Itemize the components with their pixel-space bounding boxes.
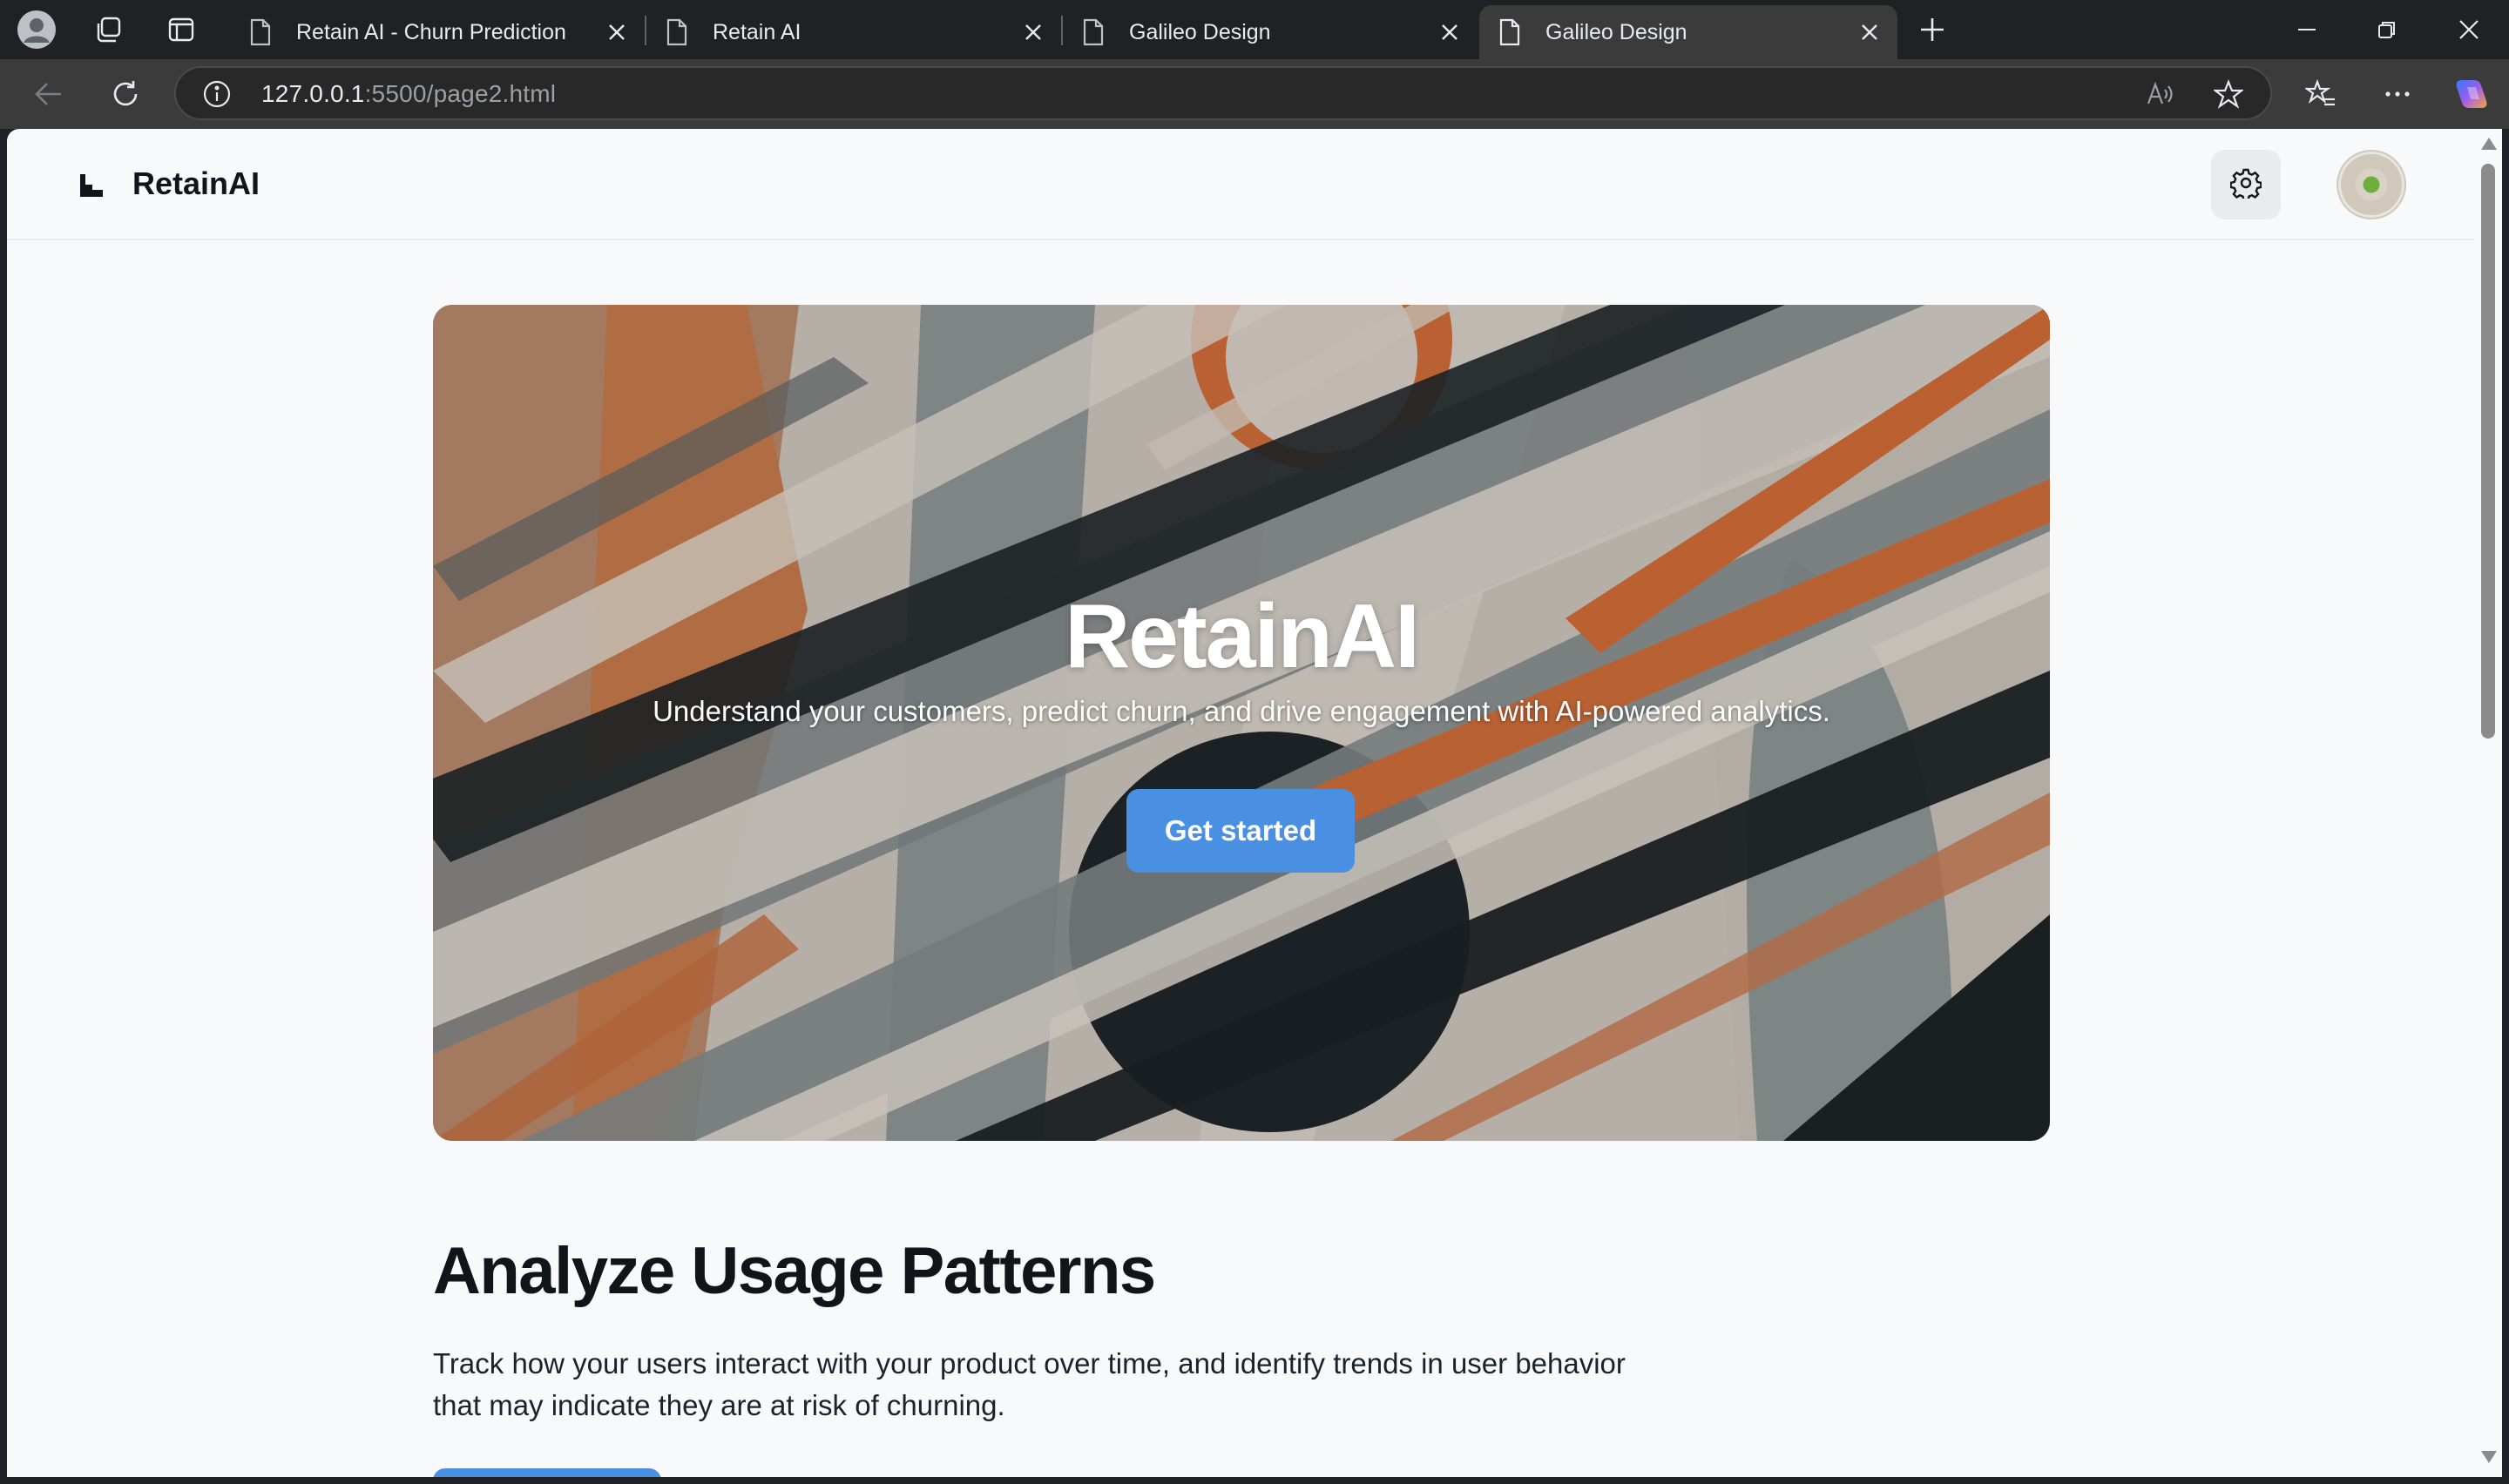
brand-name[interactable]: RetainAI	[132, 165, 260, 202]
reload-icon[interactable]	[103, 71, 148, 117]
copilot-icon[interactable]	[2448, 71, 2493, 117]
tab-title: Galileo Design	[1129, 19, 1271, 44]
page-icon	[1498, 17, 1525, 48]
page-icon	[666, 17, 692, 48]
close-icon[interactable]	[1852, 15, 1887, 50]
url-host: 127.0.0.1	[261, 80, 365, 107]
browser-toolbar: 127.0.0.1:5500/page2.html	[0, 59, 2509, 129]
get-started-button[interactable]: Get started	[1126, 789, 1355, 873]
section-title: Analyze Usage Patterns	[433, 1234, 1156, 1308]
info-icon[interactable]	[202, 79, 232, 109]
more-menu-icon[interactable]	[2375, 71, 2420, 117]
page-viewport: RetainAI RetainAI Understand your custom…	[7, 129, 2474, 1477]
hero-banner: RetainAI Understand your customers, pred…	[433, 305, 2050, 1141]
tab-actions-icon[interactable]	[159, 7, 204, 52]
profile-icon[interactable]	[14, 7, 59, 52]
tab-title: Galileo Design	[1545, 19, 1687, 44]
browser-titlebar: Retain AI - Churn Prediction Retain AI G…	[0, 0, 2509, 59]
back-arrow-icon[interactable]	[26, 71, 71, 117]
url-text: 127.0.0.1:5500/page2.html	[261, 80, 556, 108]
tab-retain-ai[interactable]: Retain AI	[646, 5, 1061, 59]
scroll-thumb[interactable]	[2481, 164, 2495, 739]
settings-button[interactable]	[2211, 150, 2281, 219]
tab-galileo-design-active[interactable]: Galileo Design	[1479, 5, 1897, 59]
gear-icon	[2229, 167, 2262, 203]
tab-galileo-design[interactable]: Galileo Design	[1063, 5, 1478, 59]
hero-title: RetainAI	[1065, 586, 1420, 687]
close-icon[interactable]	[1016, 15, 1051, 50]
favorites-icon[interactable]	[2298, 71, 2343, 117]
scroll-down-arrow-icon[interactable]	[2481, 1451, 2497, 1463]
page-icon	[1082, 17, 1108, 48]
logo-icon[interactable]	[78, 172, 105, 199]
new-tab-button[interactable]	[1910, 7, 1955, 52]
page-scrollbar[interactable]	[2474, 129, 2502, 1477]
avatar[interactable]	[2337, 150, 2406, 219]
read-aloud-icon[interactable]	[2143, 77, 2178, 111]
tab-retain-ai-churn[interactable]: Retain AI - Churn Prediction	[230, 5, 645, 59]
section-button[interactable]	[433, 1468, 661, 1477]
minimize-icon[interactable]	[2272, 7, 2342, 52]
page-icon	[249, 17, 275, 48]
restore-icon[interactable]	[2352, 7, 2422, 52]
close-icon[interactable]	[599, 15, 634, 50]
section-description: Track how your users interact with your …	[433, 1347, 1626, 1421]
close-window-icon[interactable]	[2434, 7, 2504, 52]
favorite-star-icon[interactable]	[2211, 77, 2246, 111]
hero-subtitle: Understand your customers, predict churn…	[653, 695, 1830, 727]
tab-title: Retain AI	[713, 19, 801, 44]
address-bar[interactable]: 127.0.0.1:5500/page2.html	[174, 66, 2272, 120]
scroll-up-arrow-icon[interactable]	[2481, 138, 2497, 150]
url-path: :5500/page2.html	[364, 80, 557, 107]
workspaces-icon[interactable]	[85, 7, 131, 52]
app-header: RetainAI	[7, 129, 2474, 240]
close-icon[interactable]	[1432, 15, 1467, 50]
tab-title: Retain AI - Churn Prediction	[296, 19, 566, 44]
